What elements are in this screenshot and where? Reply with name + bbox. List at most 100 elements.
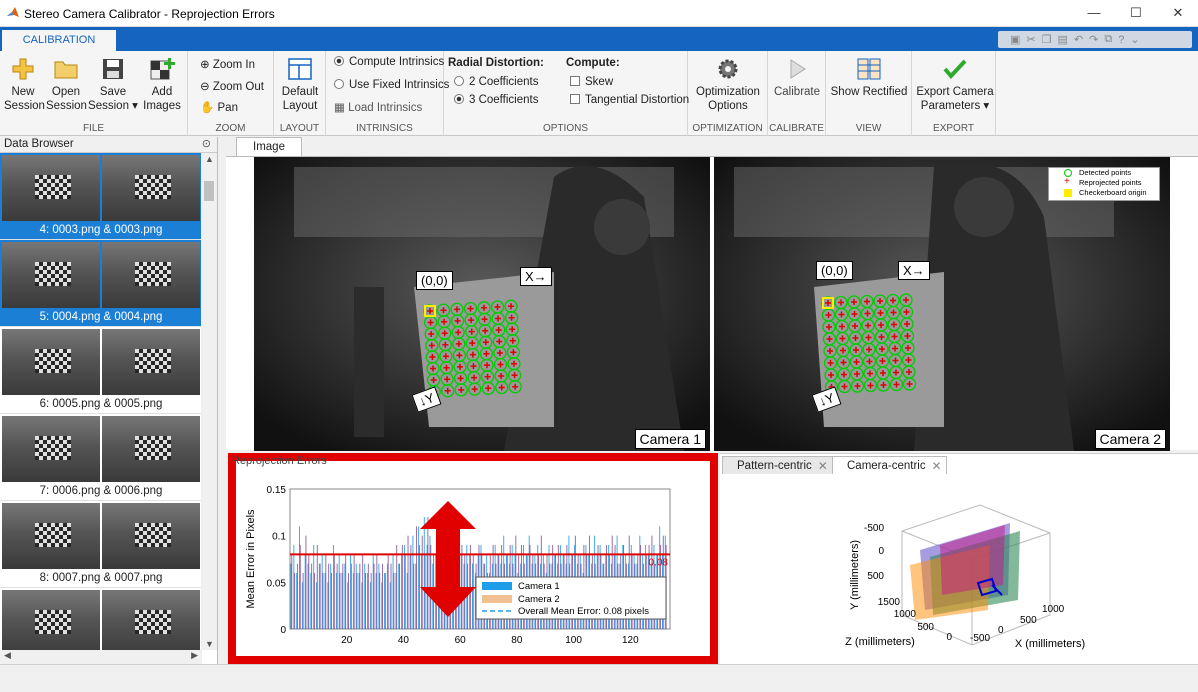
file-group-label: FILE bbox=[82, 123, 105, 134]
redo-icon[interactable]: ↷ bbox=[1089, 33, 1098, 46]
close-tab-icon[interactable]: ✕ bbox=[932, 457, 942, 475]
switch-window-icon[interactable]: ⧉ bbox=[1104, 33, 1112, 46]
reprojected-point-marker bbox=[851, 299, 857, 305]
data-browser-vertical-scrollbar[interactable]: ▲ ▼ bbox=[201, 153, 217, 650]
status-bar bbox=[0, 664, 1198, 692]
reprojected-point-marker bbox=[878, 322, 884, 328]
new-session-button[interactable]: New Session bbox=[4, 57, 45, 113]
reprojected-point-marker bbox=[880, 382, 887, 388]
reprojected-point-marker bbox=[864, 298, 870, 305]
z-tick: 500 bbox=[917, 622, 934, 633]
folder-icon bbox=[54, 61, 78, 79]
close-tab-icon[interactable]: ✕ bbox=[818, 457, 828, 475]
list-item[interactable]: 8: 0007.png & 0007.png bbox=[0, 501, 202, 588]
list-item[interactable]: 4: 0003.png & 0003.png bbox=[0, 153, 202, 240]
reprojected-point-marker bbox=[905, 345, 911, 351]
compute-intrinsics-radio[interactable]: Compute Intrinsics bbox=[334, 56, 444, 68]
thumbnail-image bbox=[2, 242, 100, 308]
calibrate-button[interactable]: Calibrate bbox=[772, 57, 822, 99]
reprojected-point-marker bbox=[840, 347, 846, 354]
legend-swatch-camera-2 bbox=[482, 595, 512, 603]
minimize-button[interactable]: — bbox=[1074, 2, 1114, 24]
reprojected-point-marker bbox=[428, 331, 435, 337]
export-camera-parameters-button[interactable]: Export Camera Parameters ▾ bbox=[916, 57, 994, 113]
save-session-button[interactable]: Save Session ▾ bbox=[88, 57, 138, 113]
close-button[interactable]: ✕ bbox=[1158, 2, 1198, 24]
save-session-label: Save Session ▾ bbox=[88, 86, 138, 112]
reprojection-errors-chart[interactable]: 0.08 0 0.05 0.1 0.15 20 40 60 80 100 120 Mean Error… bbox=[236, 461, 710, 656]
tangential-distortion-checkbox[interactable]: Tangential Distortion bbox=[570, 94, 689, 106]
reprojected-point-marker bbox=[443, 364, 450, 371]
zoom-in-label: Zoom In bbox=[212, 59, 256, 71]
y-tick: -500 bbox=[864, 523, 884, 534]
list-item[interactable]: 6: 0005.png & 0005.png bbox=[0, 327, 202, 414]
pan-button[interactable]: ✋ Pan bbox=[200, 100, 238, 114]
help-icon[interactable]: ? bbox=[1118, 34, 1124, 46]
load-intrinsics-button[interactable]: ▦ Load Intrinsics bbox=[334, 100, 422, 114]
reprojected-point-marker bbox=[442, 341, 449, 348]
thumbnail-list[interactable]: 4: 0003.png & 0003.png 5: 0004.png & 0004… bbox=[0, 153, 202, 650]
tab-calibration[interactable]: CALIBRATION bbox=[2, 30, 116, 51]
paste-icon[interactable]: ▤ bbox=[1058, 33, 1068, 46]
legend-label: Overall Mean Error: 0.08 pixels bbox=[518, 606, 649, 617]
tab-image[interactable]: Image bbox=[236, 137, 302, 156]
list-item[interactable]: 7: 0006.png & 0006.png bbox=[0, 414, 202, 501]
zoom-out-icon: ⊖ bbox=[200, 81, 213, 93]
scroll-right-icon[interactable]: ▶ bbox=[191, 650, 198, 661]
maximize-button[interactable]: ☐ bbox=[1116, 2, 1156, 24]
skew-checkbox[interactable]: Skew bbox=[570, 76, 613, 88]
default-layout-button[interactable]: Default Layout bbox=[278, 57, 322, 113]
optimization-options-button[interactable]: Optimization Options bbox=[694, 57, 762, 113]
bar-camera-2 bbox=[407, 535, 409, 629]
reprojected-point-marker bbox=[429, 354, 436, 360]
open-session-button[interactable]: Open Session bbox=[46, 57, 87, 113]
three-coefficients-radio[interactable]: 3 Coefficients bbox=[454, 94, 538, 106]
zoom-in-button[interactable]: ⊕ Zoom In bbox=[200, 57, 255, 71]
reprojected-point-marker bbox=[892, 345, 898, 352]
thumbnail-image bbox=[102, 155, 200, 221]
reprojected-point-marker bbox=[512, 383, 519, 390]
bar-camera-2 bbox=[365, 573, 366, 629]
thumbnail-image bbox=[102, 416, 200, 482]
data-browser-horizontal-scrollbar[interactable]: ◀ ▶ bbox=[0, 650, 202, 664]
two-coefficients-radio[interactable]: 2 Coefficients bbox=[454, 76, 538, 88]
camera-centric-3d-plot[interactable]: Y (millimeters) -500 0 500 1500 1000 500… bbox=[720, 475, 1198, 665]
scroll-left-icon[interactable]: ◀ bbox=[4, 650, 11, 661]
add-images-button[interactable]: Add Images bbox=[140, 57, 184, 113]
legend-origin: Checkerboard origin bbox=[1049, 188, 1159, 198]
bar-camera-2 bbox=[308, 554, 310, 629]
tab-camera-centric-label: Camera-centric bbox=[847, 460, 926, 472]
thumbnail-image bbox=[2, 155, 100, 221]
compute-heading: Compute: bbox=[566, 57, 620, 69]
panel-menu-icon[interactable]: ⊙ bbox=[202, 137, 211, 152]
overall-mean-value-label: 0.08 bbox=[649, 557, 669, 568]
bar-camera-2 bbox=[421, 535, 423, 629]
undo-icon[interactable]: ↶ bbox=[1074, 33, 1083, 46]
reprojected-point-marker bbox=[839, 335, 846, 342]
scroll-up-icon[interactable]: ▲ bbox=[205, 154, 214, 164]
scroll-thumb[interactable] bbox=[204, 181, 214, 201]
reprojected-point-marker bbox=[496, 338, 503, 345]
list-item-label: 5: 0004.png & 0004.png bbox=[39, 311, 163, 323]
scroll-down-icon[interactable]: ▼ bbox=[205, 639, 214, 649]
list-item[interactable] bbox=[0, 588, 202, 650]
export-group-label: EXPORT bbox=[933, 123, 974, 134]
cut-icon[interactable]: ✂ bbox=[1026, 33, 1035, 46]
zoom-out-button[interactable]: ⊖ Zoom Out bbox=[200, 79, 264, 93]
plus-icon bbox=[12, 58, 34, 80]
bar-camera-2 bbox=[390, 563, 392, 629]
bar-camera-2 bbox=[336, 563, 338, 629]
use-fixed-intrinsics-radio[interactable]: Use Fixed Intrinsics bbox=[334, 79, 449, 91]
list-item[interactable]: 5: 0004.png & 0004.png bbox=[0, 240, 202, 327]
reprojected-point-marker bbox=[498, 373, 505, 379]
copy-icon[interactable]: ❐ bbox=[1042, 33, 1052, 46]
reprojected-point-marker bbox=[906, 369, 912, 375]
expand-icon[interactable]: ⌄ bbox=[1130, 33, 1139, 46]
save-icon[interactable]: ▣ bbox=[1010, 33, 1020, 46]
show-rectified-button[interactable]: Show Rectified bbox=[830, 57, 908, 99]
tab-reprojection-errors[interactable]: Reprojection Errors bbox=[232, 455, 362, 469]
z-tick: 1500 bbox=[878, 597, 901, 608]
tab-camera-centric[interactable]: Camera-centric ✕ bbox=[832, 456, 947, 474]
reprojected-point-marker bbox=[892, 357, 899, 364]
tab-pattern-centric[interactable]: Pattern-centric ✕ bbox=[722, 456, 833, 474]
